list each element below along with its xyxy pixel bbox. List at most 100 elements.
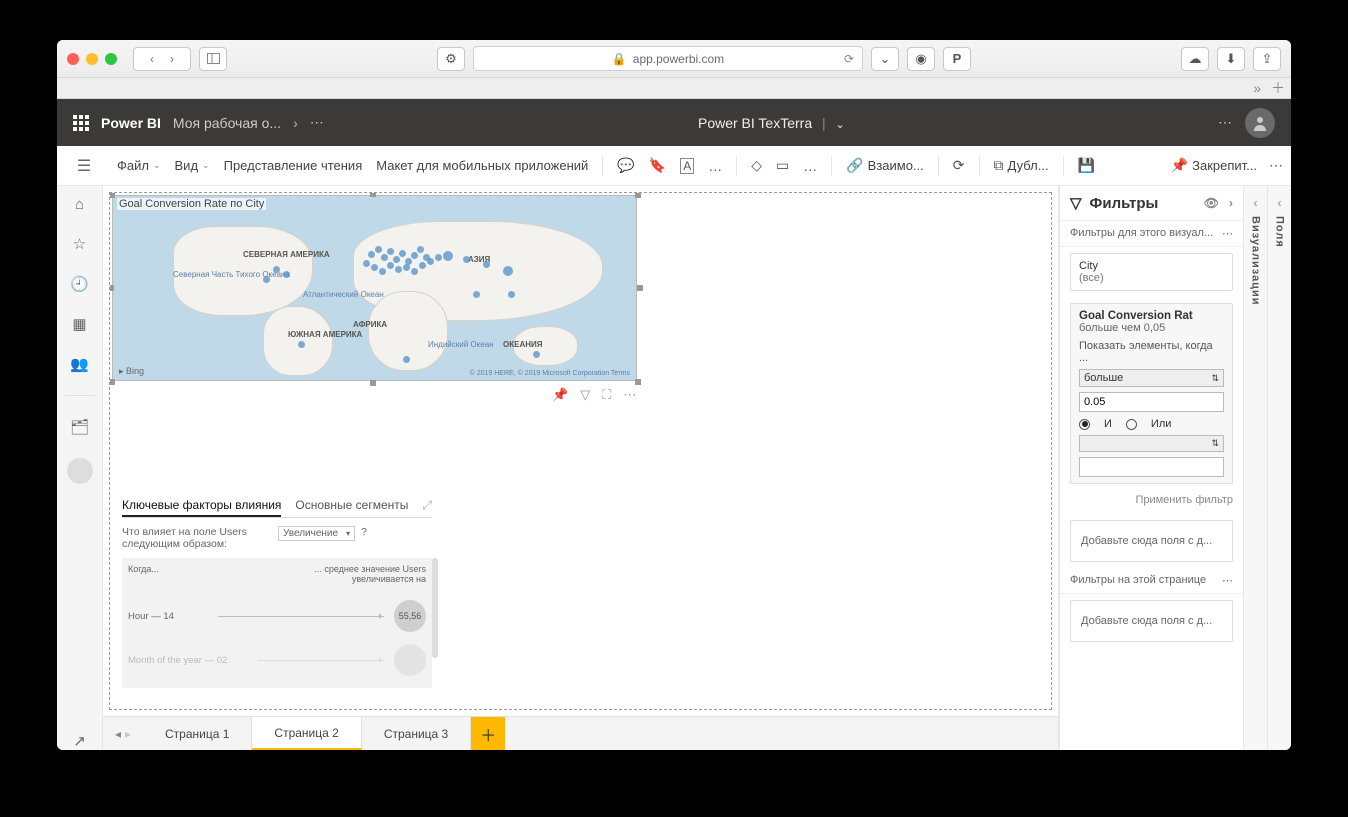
resize-handle[interactable]	[635, 192, 641, 198]
report-canvas[interactable]: Goal Conversion Rate по City СЕВЕРНАЯ АМ…	[109, 192, 1052, 710]
ribbon-more-button[interactable]: ⋯	[1269, 157, 1283, 174]
filter-visual-icon[interactable]: ▽	[580, 387, 590, 403]
shared-icon[interactable]: 👥	[70, 355, 89, 373]
apps-icon[interactable]: ▦	[72, 315, 86, 333]
pin-button[interactable]: 📌Закрепит...	[1171, 157, 1257, 174]
workspace-avatar-icon[interactable]	[67, 458, 93, 484]
related-button[interactable]: 🔗Взаимо...	[846, 157, 924, 174]
close-window-button[interactable]	[67, 53, 79, 65]
visual-more-icon[interactable]: ⋯	[623, 387, 636, 403]
comment-icon[interactable]: 💬	[617, 157, 634, 174]
favorites-icon[interactable]: ☆	[73, 235, 86, 253]
report-title[interactable]: Power BI TexTerra	[698, 115, 812, 131]
ki-row[interactable]: Month of the year — 02	[128, 638, 426, 682]
tabs-overflow-button[interactable]: »	[1253, 80, 1261, 96]
filter-value2-input[interactable]	[1079, 457, 1224, 477]
file-menu[interactable]: Файл⌄	[117, 158, 161, 173]
section-more-icon[interactable]: ⋯	[1222, 227, 1233, 240]
ki-direction-select[interactable]: Увеличение▾	[278, 526, 355, 541]
visual-filter-dropzone[interactable]: Добавьте сюда поля с д...	[1070, 520, 1233, 562]
view-menu[interactable]: Вид⌄	[175, 158, 210, 173]
browser-settings-button[interactable]: ⚙	[437, 47, 465, 71]
scrollbar[interactable]	[432, 558, 438, 658]
radio-or[interactable]	[1126, 419, 1137, 430]
ki-row[interactable]: Hour — 14 55,56	[128, 594, 426, 638]
app-launcher-button[interactable]	[73, 115, 89, 131]
button-insert-icon[interactable]: ▭	[776, 157, 789, 174]
filter-card-gcr[interactable]: Goal Conversion Rat больше чем 0,05 Пока…	[1070, 303, 1233, 484]
minimize-window-button[interactable]	[86, 53, 98, 65]
ki-tab-segments[interactable]: Основные сегменты	[295, 498, 408, 517]
mobile-layout-button[interactable]: Макет для мобильных приложений	[376, 158, 588, 173]
more-2-button[interactable]: …	[803, 158, 817, 174]
section-more-icon[interactable]: ⋯	[1222, 574, 1233, 587]
page-filter-dropzone[interactable]: Добавьте сюда поля с д...	[1070, 600, 1233, 642]
duplicate-button[interactable]: ⧉Дубл...	[994, 157, 1049, 174]
ki-tab-influencers[interactable]: Ключевые факторы влияния	[122, 498, 281, 517]
eye-icon[interactable]: 👁	[1204, 196, 1219, 210]
fields-pane-collapsed[interactable]: ‹ Поля	[1267, 186, 1291, 750]
home-icon[interactable]: ⌂	[75, 196, 84, 213]
pages-nav[interactable]: ◂▸	[103, 717, 143, 750]
pin-visual-icon[interactable]: 📌	[552, 387, 568, 403]
header-more-button[interactable]: ⋯	[1218, 114, 1233, 131]
resize-handle[interactable]	[370, 380, 376, 386]
brand-label[interactable]: Power BI	[101, 115, 161, 131]
ki-expand-icon[interactable]: ⤢	[422, 498, 432, 517]
filter-operator2-select[interactable]: ⇅	[1079, 435, 1224, 452]
pinterest-button[interactable]: P	[943, 47, 971, 71]
ki-results: Когда... ... среднее значение Users увел…	[122, 558, 432, 688]
text-insert-icon[interactable]: A	[680, 158, 694, 174]
map-label-atlantic: Атлантический Океан	[303, 291, 384, 300]
workspace-breadcrumb[interactable]: Моя рабочая о...	[173, 115, 281, 131]
downloads-button[interactable]: ⬇	[1217, 47, 1245, 71]
shapes-icon[interactable]: ◇	[751, 157, 762, 174]
visual-action-bar: 📌 ▽ ⛶ ⋯	[552, 387, 636, 403]
visualizations-pane-collapsed[interactable]: ‹ Визуализации	[1243, 186, 1267, 750]
key-influencers-visual[interactable]: Ключевые факторы влияния Основные сегмен…	[122, 498, 432, 678]
nav-toggle-button[interactable]: ☰	[65, 156, 103, 176]
page-tab-3[interactable]: Страница 3	[362, 717, 471, 750]
more-1-button[interactable]: …	[708, 158, 722, 174]
refresh-icon[interactable]: ⟳	[953, 157, 965, 174]
radio-and[interactable]	[1079, 419, 1090, 430]
resize-handle[interactable]	[370, 192, 376, 197]
reading-view-button[interactable]: Представление чтения	[224, 158, 363, 173]
filter-operator-select[interactable]: больше⇅	[1079, 369, 1224, 387]
resize-handle[interactable]	[637, 285, 643, 291]
focus-mode-icon[interactable]: ⛶	[602, 387, 611, 403]
title-dropdown-button[interactable]: ⌄	[836, 119, 845, 131]
recent-icon[interactable]: 🕘	[70, 275, 89, 293]
add-page-button[interactable]: ＋	[471, 717, 505, 750]
cloud-button[interactable]: ☁	[1181, 47, 1209, 71]
collapse-pane-icon[interactable]: ›	[1229, 196, 1233, 210]
workspaces-icon[interactable]: 🗂	[70, 418, 89, 436]
sidebar-toggle-button[interactable]	[199, 47, 227, 71]
expand-nav-icon[interactable]: ↗	[73, 732, 86, 750]
filter-value-input[interactable]	[1079, 392, 1224, 412]
breadcrumb-more-button[interactable]: ⋯	[310, 114, 325, 131]
zoom-window-button[interactable]	[105, 53, 117, 65]
map-label-oceania: ОКЕАНИЯ	[503, 341, 543, 350]
resize-handle[interactable]	[109, 285, 114, 291]
share-button[interactable]: ⇪	[1253, 47, 1281, 71]
bookmark-icon[interactable]: 🔖	[649, 157, 666, 174]
user-avatar[interactable]	[1245, 108, 1275, 138]
download-icon: ⬇	[1226, 51, 1237, 67]
map-visual[interactable]: Goal Conversion Rate по City СЕВЕРНАЯ АМ…	[112, 195, 637, 381]
resize-handle[interactable]	[109, 379, 115, 385]
page-tab-2[interactable]: Страница 2	[252, 717, 361, 750]
back-forward-buttons[interactable]: ‹ ›	[133, 47, 191, 71]
filter-card-city[interactable]: City (все)	[1070, 253, 1233, 291]
page-tab-1[interactable]: Страница 1	[143, 717, 252, 750]
resize-handle[interactable]	[109, 192, 115, 198]
pocket-button[interactable]: ⌄	[871, 47, 899, 71]
ext-1-button[interactable]: ◉	[907, 47, 935, 71]
save-icon[interactable]: 💾	[1078, 157, 1095, 174]
chevron-left-icon: ‹	[150, 52, 154, 66]
resize-handle[interactable]	[635, 379, 641, 385]
reload-icon[interactable]: ⟳	[844, 52, 854, 66]
address-bar[interactable]: 🔒 app.powerbi.com ⟳	[473, 46, 863, 71]
apply-filter-link[interactable]: Применить фильтр	[1060, 490, 1243, 514]
new-tab-button[interactable]: ＋	[1271, 78, 1285, 98]
